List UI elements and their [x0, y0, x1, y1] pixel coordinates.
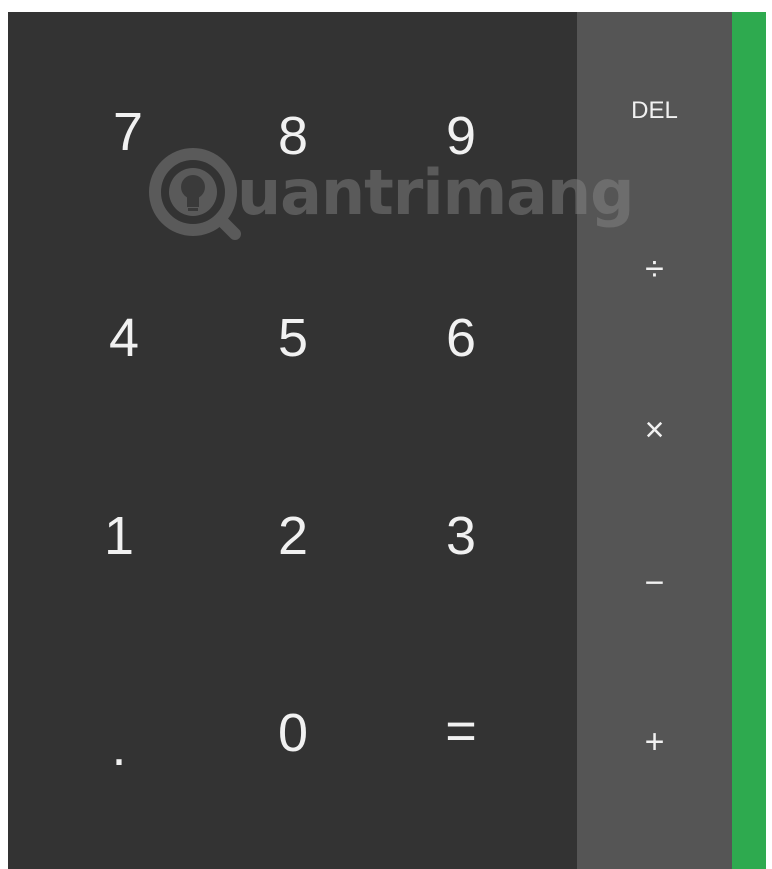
key-decimal[interactable]: . — [64, 707, 174, 787]
divide-button[interactable]: ÷ — [577, 234, 732, 304]
key-5[interactable]: 5 — [238, 298, 348, 378]
key-equals[interactable]: = — [406, 691, 516, 771]
number-pad: 7 8 9 4 5 6 1 2 3 . 0 = — [8, 12, 577, 869]
key-8[interactable]: 8 — [238, 96, 348, 176]
subtract-button[interactable]: − — [577, 548, 732, 618]
key-3[interactable]: 3 — [406, 496, 516, 576]
multiply-button[interactable]: × — [577, 395, 732, 465]
key-2[interactable]: 2 — [238, 496, 348, 576]
operator-panel: DEL ÷ × − + — [577, 12, 732, 869]
add-button[interactable]: + — [577, 707, 732, 777]
key-0[interactable]: 0 — [238, 693, 348, 773]
key-9[interactable]: 9 — [406, 96, 516, 176]
accent-panel-edge[interactable] — [732, 12, 766, 869]
key-6[interactable]: 6 — [406, 298, 516, 378]
key-7[interactable]: 7 — [73, 92, 183, 172]
calculator-keypad: 7 8 9 4 5 6 1 2 3 . 0 = DEL ÷ × − + uant… — [8, 12, 766, 869]
delete-button[interactable]: DEL — [577, 76, 732, 146]
key-4[interactable]: 4 — [69, 298, 179, 378]
key-1[interactable]: 1 — [64, 496, 174, 576]
